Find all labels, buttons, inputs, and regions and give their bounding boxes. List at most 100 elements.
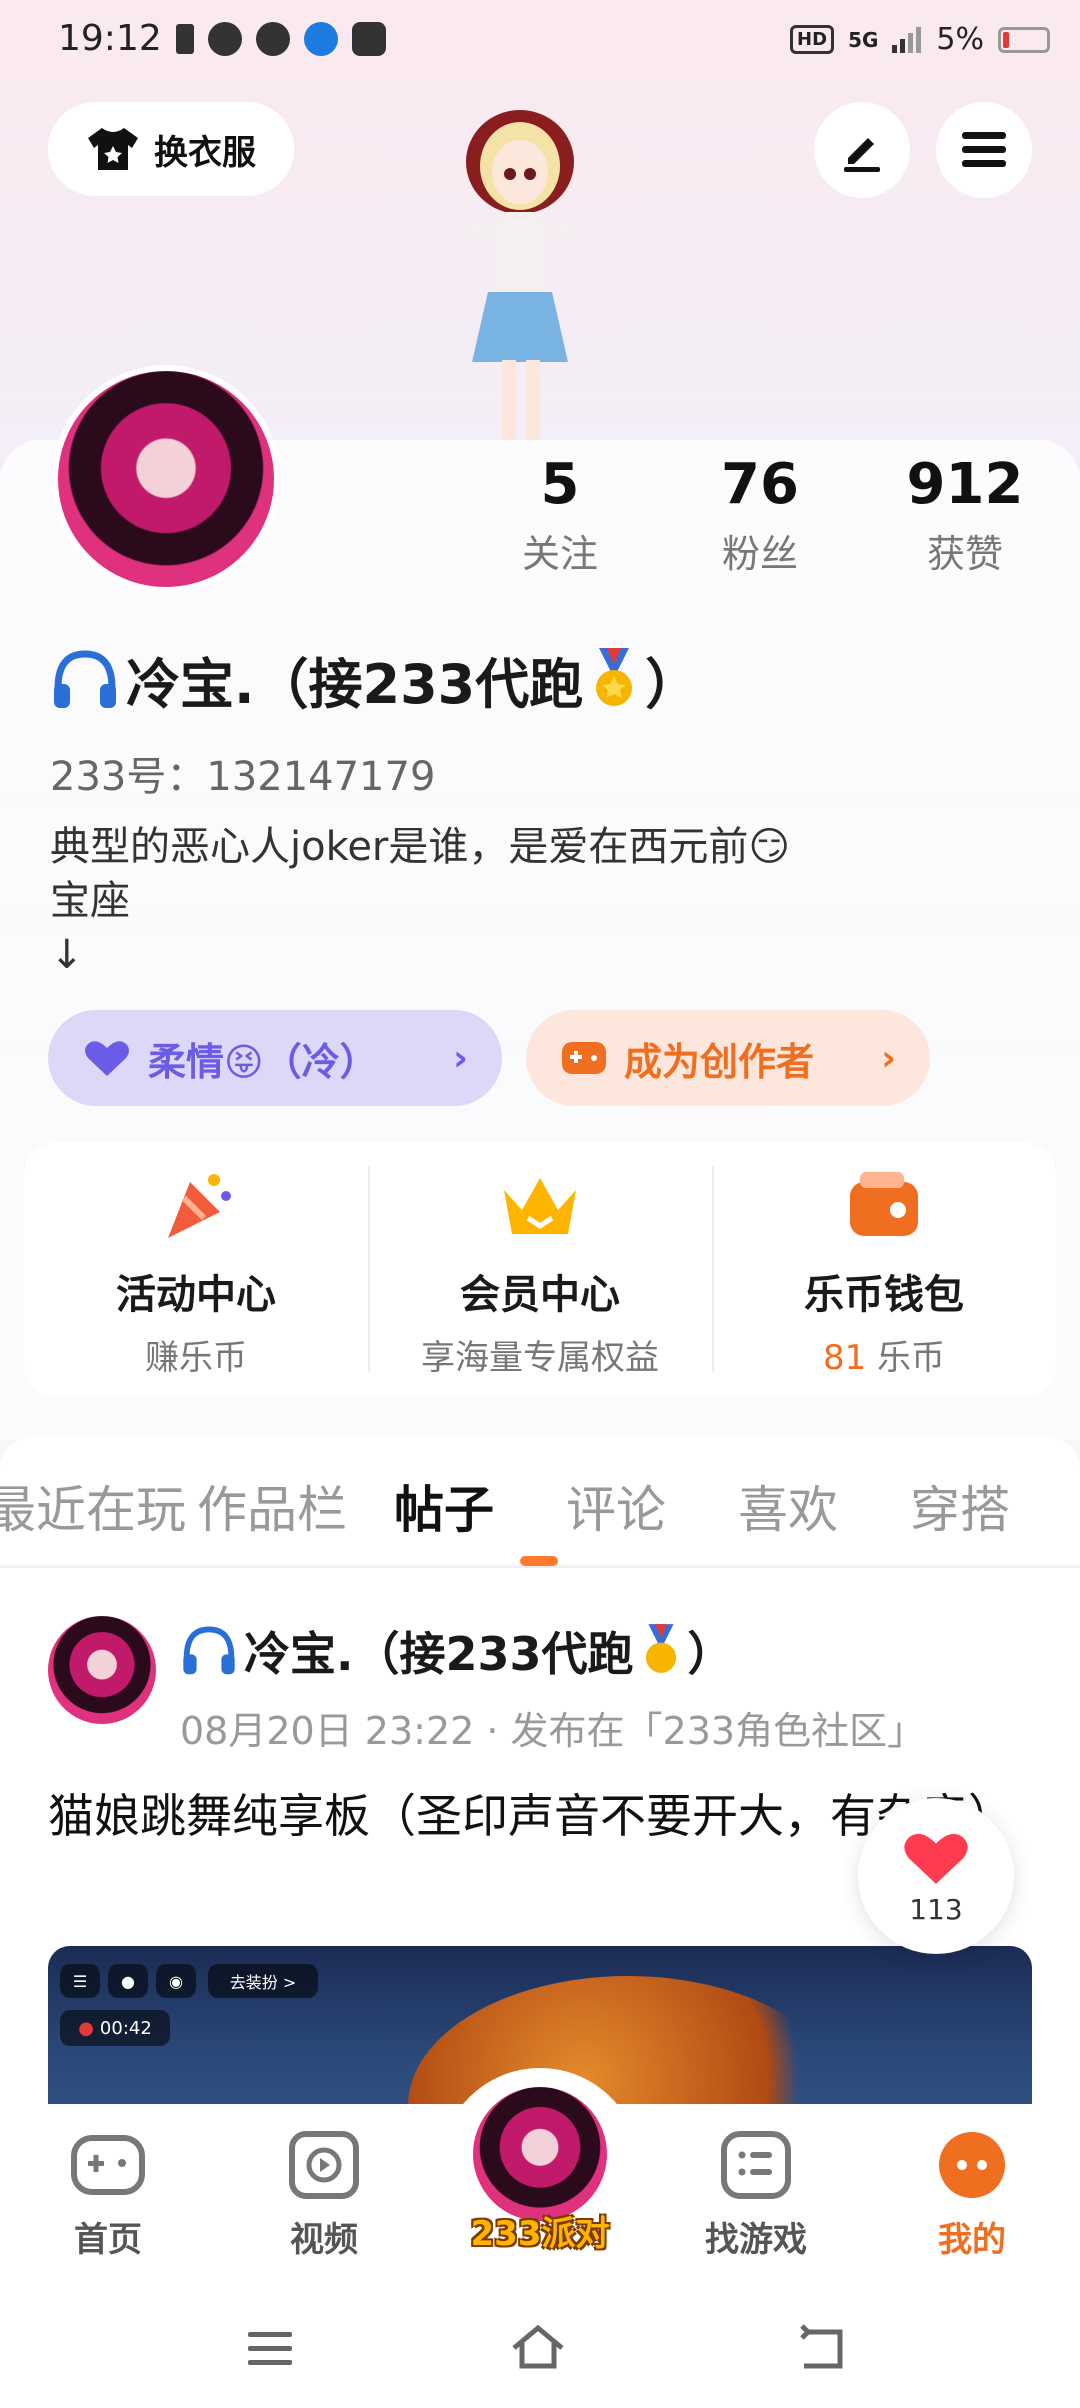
crown-icon — [504, 1178, 576, 1234]
nickname-end: ） — [645, 653, 700, 716]
cloud-icon — [208, 22, 242, 56]
medal-icon — [596, 647, 633, 706]
hd-badge: HD — [790, 25, 835, 54]
coin-wallet-entry[interactable]: 乐币钱包 81 乐币 — [712, 1142, 1056, 1398]
shirt-icon — [88, 128, 138, 170]
status-time: 19:12 — [58, 18, 162, 59]
home-icon[interactable] — [508, 2318, 568, 2378]
activity-center-title: 活动中心 — [116, 1272, 276, 1318]
profile-bio: 典型的恶心人joker是谁，是爱在西元前😏 宝座 ↓ — [50, 820, 950, 982]
gamepad-icon — [562, 1042, 606, 1074]
nickname-text: 冷宝.（接233代跑 — [126, 653, 584, 716]
list-icon — [721, 2131, 791, 2199]
thumb-chat-icon: ● — [108, 1964, 148, 1998]
post-author-name[interactable]: 冷宝.（接233代跑 ） — [180, 1618, 734, 1684]
user-id: 233号：132147179 — [50, 754, 436, 800]
nav-find-games-label: 找游戏 — [705, 2220, 807, 2260]
coin-wallet-subtitle: 81 乐币 — [823, 1330, 945, 1379]
followers-label: 粉丝 — [721, 532, 798, 576]
music-app-icon — [352, 22, 386, 56]
gamepad-icon — [71, 2135, 145, 2195]
nav-home-label: 首页 — [74, 2220, 142, 2260]
tab-likes[interactable]: 喜欢 — [702, 1470, 874, 1542]
tab-recently-played[interactable]: 最近在玩 — [0, 1470, 186, 1542]
active-tab-indicator — [520, 1556, 558, 1566]
party-popper-icon — [168, 1174, 231, 1238]
network-label: 5G — [848, 27, 879, 52]
k-app-icon — [304, 22, 338, 56]
recent-apps-icon[interactable] — [240, 2318, 300, 2378]
headphones-icon — [54, 649, 116, 708]
chevron-right-icon: › — [453, 1037, 468, 1079]
relationship-tag-button[interactable]: 柔情😝（冷） › — [48, 1010, 502, 1106]
back-icon[interactable] — [794, 2318, 854, 2378]
vip-center-title: 会员中心 — [460, 1272, 620, 1318]
menu-button[interactable] — [936, 102, 1032, 198]
heart-icon — [85, 1041, 129, 1076]
coin-wallet-title: 乐币钱包 — [804, 1272, 964, 1318]
status-notification-icons — [176, 22, 386, 56]
recording-time-text: 00:42 — [99, 2017, 152, 2039]
post-author-avatar[interactable] — [48, 1616, 156, 1724]
status-bar: 19:12 HD 5G 5% — [0, 0, 1080, 86]
quick-entries: 活动中心 赚乐币 会员中心 享海量专属权益 乐币钱包 81 乐币 — [24, 1142, 1056, 1398]
activity-center-entry[interactable]: 活动中心 赚乐币 — [24, 1142, 368, 1398]
stat-followers[interactable]: 76 粉丝 — [700, 452, 820, 578]
nav-party-label[interactable]: 233派对 — [468, 2206, 612, 2255]
nav-party-avatar[interactable] — [468, 2082, 612, 2226]
likes-count: 912 — [906, 452, 1024, 517]
bio-line-2: 宝座 — [50, 878, 130, 924]
nav-me-label: 我的 — [938, 2220, 1006, 2260]
change-outfit-label: 换衣服 — [154, 132, 256, 173]
headphones-icon — [183, 1626, 235, 1675]
following-label: 关注 — [521, 532, 598, 576]
stat-likes[interactable]: 912 获赞 — [900, 452, 1030, 578]
thumb-people-icon: ◉ — [156, 1964, 196, 1998]
post-author-end: ） — [687, 1627, 734, 1681]
tab-comments[interactable]: 评论 — [530, 1470, 702, 1542]
heart-icon — [904, 1833, 968, 1884]
bio-line-1: 典型的恶心人joker是谁，是爱在西元前😏 — [50, 824, 791, 870]
change-outfit-button[interactable]: 换衣服 — [48, 102, 294, 196]
nav-home[interactable]: 首页 — [28, 2130, 188, 2261]
thumb-dress-chip: 去装扮 > — [208, 1964, 318, 1998]
profile-tabs: 最近在玩 作品栏 帖子 评论 喜欢 穿搭 — [0, 1436, 1080, 1564]
become-creator-button[interactable]: 成为创作者 › — [526, 1010, 930, 1106]
like-button[interactable]: 113 — [858, 1798, 1014, 1954]
status-right: HD 5G 5% — [790, 22, 1050, 57]
followers-count: 76 — [721, 452, 799, 517]
become-creator-label: 成为创作者 — [624, 1039, 815, 1084]
vip-center-entry[interactable]: 会员中心 享海量专属权益 — [368, 1142, 712, 1398]
link-icon — [256, 22, 290, 56]
like-count: 113 — [909, 1892, 963, 1926]
signal-icon — [892, 26, 922, 53]
activity-center-subtitle: 赚乐币 — [145, 1338, 247, 1378]
profile-nickname: 冷宝.（接233代跑 ） — [50, 640, 699, 719]
3d-avatar-character[interactable] — [430, 102, 610, 442]
play-icon — [289, 2131, 359, 2199]
stat-following[interactable]: 5 关注 — [500, 452, 620, 578]
coin-unit: 乐币 — [877, 1338, 946, 1378]
tab-posts[interactable]: 帖子 — [358, 1470, 530, 1542]
nav-me[interactable]: 我的 — [892, 2130, 1052, 2261]
battery-percent: 5% — [936, 22, 984, 57]
following-count: 5 — [540, 452, 580, 517]
nav-video[interactable]: 视频 — [244, 2130, 404, 2261]
nav-video-label: 视频 — [290, 2220, 358, 2260]
post-author-text: 冷宝.（接233代跑 — [244, 1627, 634, 1681]
vip-center-subtitle: 享海量专属权益 — [421, 1338, 659, 1378]
nav-find-games[interactable]: 找游戏 — [676, 2130, 836, 2261]
edit-profile-button[interactable] — [814, 102, 910, 198]
relationship-tag-label: 柔情😝（冷） — [148, 1039, 378, 1084]
bio-line-3: ↓ — [50, 932, 84, 978]
thumb-recording-time: ● 00:42 — [60, 2010, 170, 2046]
thumb-list-icon: ☰ — [60, 1964, 100, 1998]
tab-outfits[interactable]: 穿搭 — [874, 1470, 1046, 1542]
profile-avatar[interactable] — [52, 365, 280, 593]
medal-icon — [645, 1624, 676, 1673]
me-icon — [939, 2132, 1005, 2198]
coin-balance: 81 — [822, 1338, 867, 1378]
tab-works[interactable]: 作品栏 — [186, 1470, 358, 1542]
sim-icon — [176, 24, 194, 54]
hamburger-icon — [962, 132, 1006, 167]
